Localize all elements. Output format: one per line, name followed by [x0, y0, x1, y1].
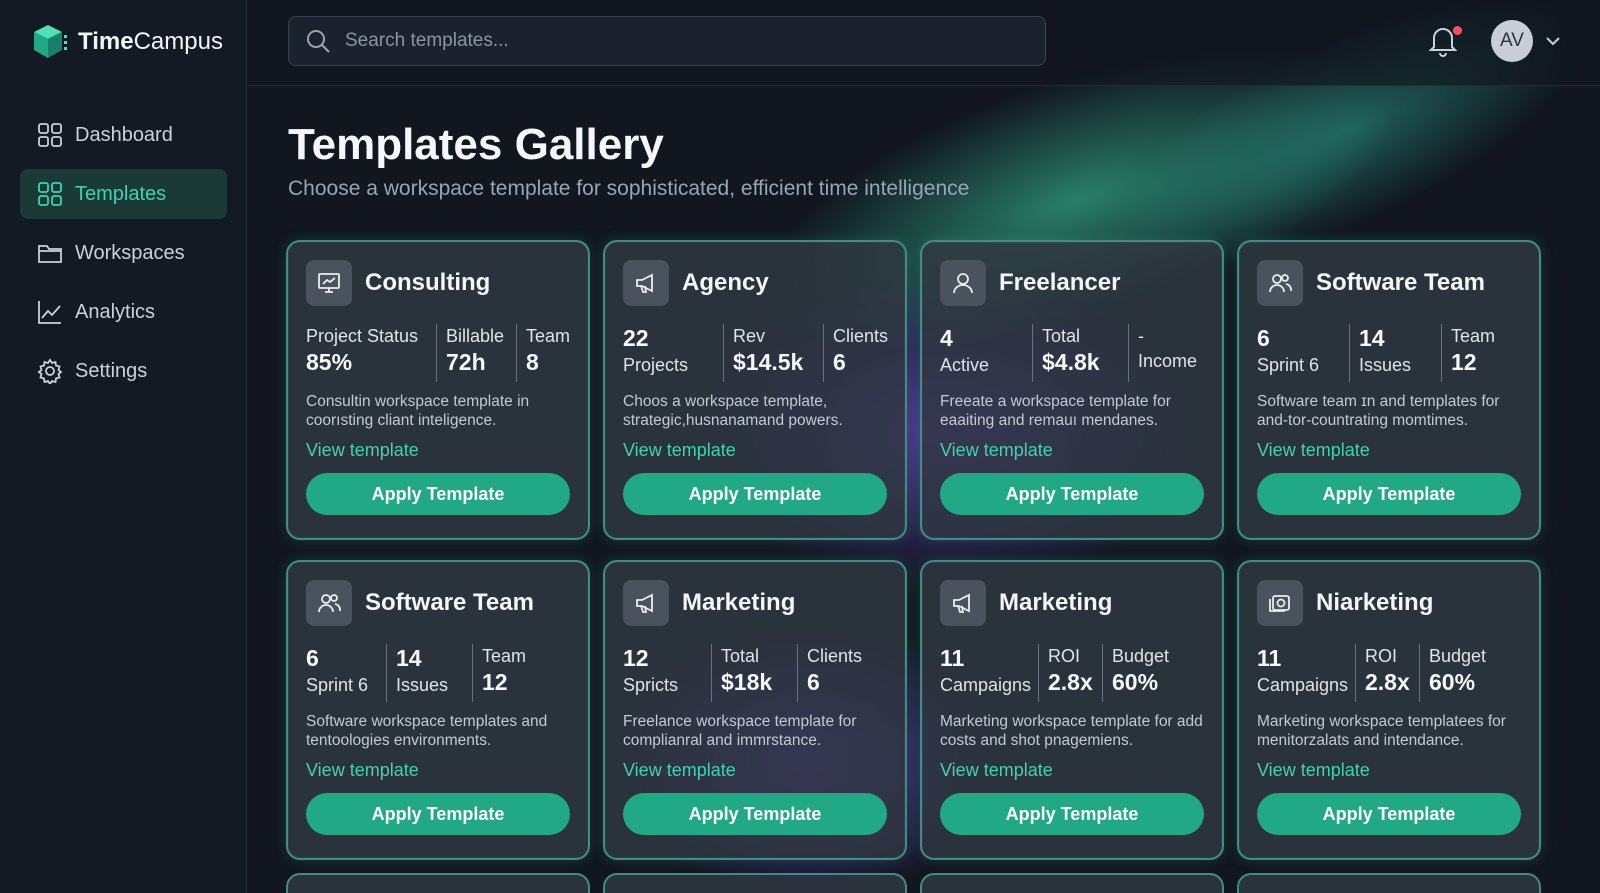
sidebar-item-label: Dashboard: [75, 123, 173, 146]
main-content: AV Templates Gallery Choose a workspace …: [248, 0, 1600, 893]
megaphone-icon: [953, 593, 970, 613]
top-bar: AV: [248, 0, 1600, 86]
card-description: Marketing workspace template for add cos…: [940, 713, 1203, 749]
template-card-partial[interactable]: [286, 873, 590, 893]
apply-template-button[interactable]: Apply Template: [940, 473, 1204, 515]
template-card-agency: Agency 22 Projects Rev $14.5k Clients 6 Cho…: [603, 240, 907, 540]
sidebar: TimeCampus Dashboard Templates Workspace…: [0, 0, 247, 893]
sidebar-item-label: Analytics: [75, 300, 156, 323]
app-name: TimeCampus: [78, 28, 223, 55]
sidebar-nav: Dashboard Templates Workspaces Analytics: [20, 110, 227, 405]
apply-template-button[interactable]: Apply Template: [1257, 793, 1521, 835]
apply-template-button[interactable]: Apply Template: [1257, 473, 1521, 515]
gear-icon: [37, 358, 63, 384]
card-description: Software workspace templates and tentool…: [306, 713, 548, 749]
presentation-icon: [318, 273, 340, 293]
view-template-link[interactable]: View template: [940, 440, 1204, 461]
view-template-link[interactable]: View template: [623, 760, 887, 781]
template-card-marketing: Marketing 12 Spricts Total $18k Clients 6 F…: [603, 560, 907, 860]
view-template-link[interactable]: View template: [623, 440, 887, 461]
view-template-link[interactable]: View template: [306, 440, 570, 461]
apply-template-button[interactable]: Apply Template: [306, 793, 570, 835]
template-card-software-team: Software Team 6 Sprint 6 14 Issues Team 12 …: [286, 560, 590, 860]
page-subtitle: Choose a workspace template for sophisti…: [288, 177, 970, 200]
card-title: Software Team: [365, 589, 534, 616]
card-stats: Project Status 85% Billable 72h Team 8: [306, 324, 570, 382]
card-description: Marketing workspace templatees for menit…: [1257, 713, 1506, 749]
card-title: Software Team: [1316, 269, 1485, 296]
card-title: Freelancer: [999, 269, 1121, 296]
card-description: Freelance workspace template for complia…: [623, 713, 857, 749]
template-card-consulting: Consulting Project Status 85% Billable 72h…: [286, 240, 590, 540]
view-template-link[interactable]: View template: [1257, 760, 1521, 781]
view-template-link[interactable]: View template: [940, 760, 1204, 781]
card-stats: 11 Campaigns ROI 2.8x Budget 60%: [940, 644, 1204, 702]
view-template-link[interactable]: View template: [306, 760, 570, 781]
sidebar-item-label: Workspaces: [75, 241, 185, 264]
card-description: Choos a workspace template, strategic,hu…: [623, 393, 843, 429]
apply-template-button[interactable]: Apply Template: [623, 473, 887, 515]
sidebar-item-analytics[interactable]: Analytics: [20, 287, 227, 337]
card-stats: 11 Campaigns ROI 2.8x Budget 60%: [1257, 644, 1521, 702]
card-description: Freeate a workspace template for eaaitin…: [940, 393, 1171, 429]
notification-dot: [1453, 26, 1462, 35]
sidebar-item-workspaces[interactable]: Workspaces: [20, 228, 227, 278]
user-avatar[interactable]: AV: [1491, 20, 1533, 62]
card-stats: 4 Active Total $4.8k - Income: [940, 324, 1204, 382]
search-bar[interactable]: [288, 16, 1046, 66]
card-title: Agency: [682, 269, 769, 296]
page-title: Templates Gallery: [288, 120, 664, 169]
search-icon: [307, 30, 330, 53]
logo[interactable]: TimeCampus: [30, 22, 223, 62]
chart-icon: [38, 301, 61, 324]
user-icon: [953, 273, 973, 294]
sidebar-item-label: Templates: [75, 182, 167, 205]
sidebar-item-label: Settings: [75, 359, 148, 382]
view-template-link[interactable]: View template: [1257, 440, 1521, 461]
card-description: Software team ɪn and templates for and-t…: [1257, 393, 1500, 429]
folder-icon: [38, 245, 62, 263]
template-card-niarketing: Niarketing 11 Campaigns ROI 2.8x Budget 60%…: [1237, 560, 1541, 860]
card-stats: 22 Projects Rev $14.5k Clients 6: [623, 324, 888, 382]
sidebar-item-dashboard[interactable]: Dashboard: [20, 110, 227, 160]
search-input[interactable]: [345, 30, 1025, 52]
sidebar-item-settings[interactable]: Settings: [20, 346, 227, 396]
card-stats: 12 Spricts Total $18k Clients 6: [623, 644, 887, 702]
card-title: Marketing: [999, 589, 1113, 616]
template-card-partial[interactable]: [1237, 873, 1541, 893]
grid-icon: [38, 182, 62, 206]
template-card-freelancer: Freelancer 4 Active Total $4.8k - Income Fr…: [920, 240, 1224, 540]
grid-icon: [38, 123, 62, 147]
card-stats: 6 Sprint 6 14 Issues Team 12: [306, 644, 570, 702]
users-icon: [318, 594, 341, 613]
apply-template-button[interactable]: Apply Template: [306, 473, 570, 515]
logo-cube-icon: [34, 25, 67, 58]
card-title: Consulting: [365, 269, 491, 296]
apply-template-button[interactable]: Apply Template: [940, 793, 1204, 835]
template-card-partial[interactable]: [603, 873, 907, 893]
camera-icon: [1269, 595, 1290, 612]
users-icon: [1269, 274, 1292, 293]
sidebar-item-templates[interactable]: Templates: [20, 169, 227, 219]
card-description: Consultin workspace template in coorısti…: [306, 393, 530, 429]
megaphone-icon: [636, 593, 653, 613]
card-title: Niarketing: [1316, 589, 1434, 616]
megaphone-icon: [636, 273, 653, 293]
card-stats: 6 Sprint 6 14 Issues Team 12: [1257, 324, 1521, 382]
template-card-software-team: Software Team 6 Sprint 6 14 Issues Team 12 …: [1237, 240, 1541, 540]
chevron-down-icon[interactable]: [1544, 32, 1562, 50]
apply-template-button[interactable]: Apply Template: [623, 793, 887, 835]
card-title: Marketing: [682, 589, 796, 616]
template-card-partial[interactable]: [920, 873, 1224, 893]
template-card-marketing: Marketing 11 Campaigns ROI 2.8x Budget 60% …: [920, 560, 1224, 860]
